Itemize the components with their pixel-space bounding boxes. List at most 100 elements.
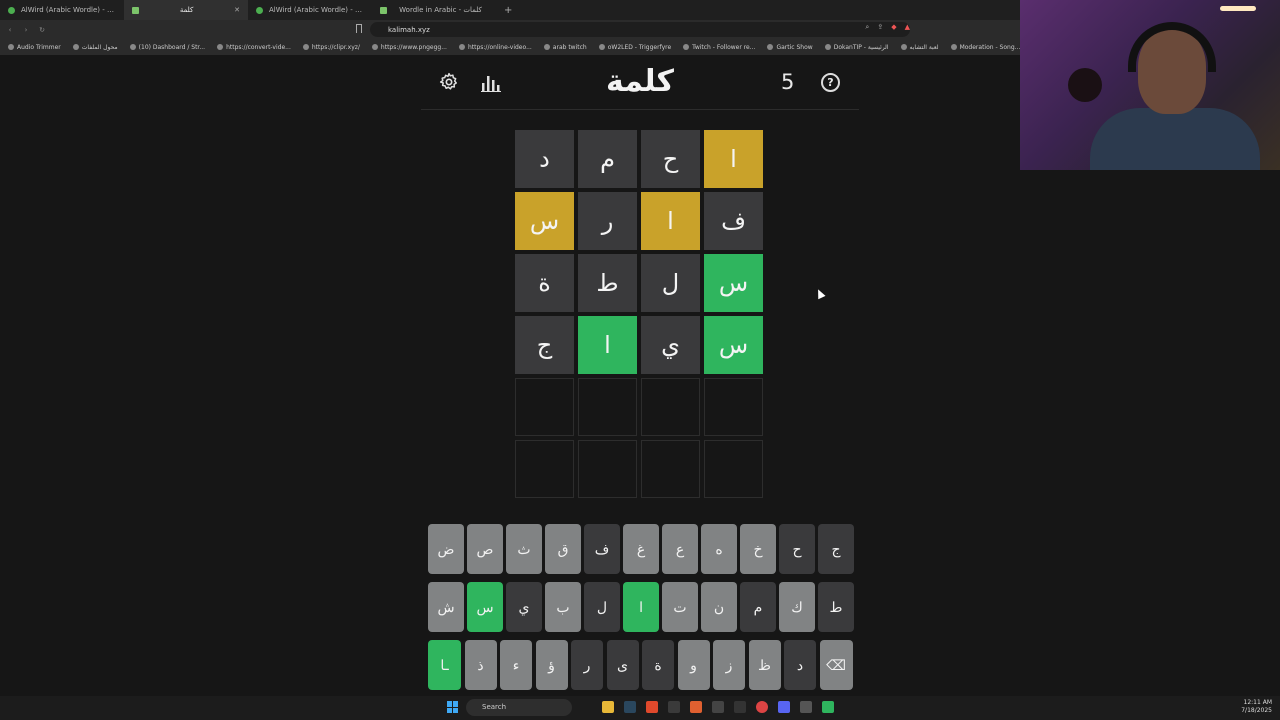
keyboard-key[interactable]: ق: [545, 524, 581, 574]
board-tile: [515, 378, 574, 436]
system-clock[interactable]: 12:11 AM 7/18/2025: [1241, 699, 1272, 715]
keyboard-key[interactable]: ك: [779, 582, 815, 632]
keyboard-key[interactable]: س: [467, 582, 503, 632]
new-tab-button[interactable]: +: [496, 5, 520, 16]
keyboard-key[interactable]: ظ: [748, 640, 781, 690]
board-tile: ط: [578, 254, 637, 312]
keyboard-key[interactable]: ص: [467, 524, 503, 574]
address-bar-actions: ⌕ ⇪ ◆ ▲: [865, 23, 910, 32]
bookmark-item[interactable]: Gartic Show: [767, 44, 812, 51]
keyboard-key[interactable]: ة: [642, 640, 674, 690]
keyboard-key[interactable]: م: [740, 582, 776, 632]
keyboard-key[interactable]: ؤ: [535, 640, 568, 690]
board-tile: ا: [578, 316, 637, 374]
keyboard-key[interactable]: و: [677, 640, 710, 690]
taskbar-search[interactable]: Search: [466, 699, 572, 716]
game-header: كلمة 5 ?: [421, 60, 859, 110]
keyboard-key[interactable]: ل: [584, 582, 620, 632]
bookmark-icon[interactable]: [356, 24, 362, 33]
discord-icon[interactable]: [778, 701, 790, 713]
keyboard-key[interactable]: خ: [740, 524, 776, 574]
forward-icon[interactable]: ›: [20, 26, 32, 34]
keyboard-key[interactable]: ى: [606, 640, 639, 690]
keyboard-key[interactable]: ض: [428, 524, 464, 574]
board-tile: س: [704, 254, 763, 312]
board-tile: ح: [641, 130, 700, 188]
bookmark-item[interactable]: (10) Dashboard / Str...: [130, 44, 205, 51]
brave-icon[interactable]: [646, 701, 658, 713]
keyboard-key[interactable]: ا: [623, 582, 659, 632]
shield-icon[interactable]: ◆: [891, 23, 896, 32]
webcam-overlay: [1020, 0, 1280, 170]
bookmark-item[interactable]: https://convert-vide...: [217, 44, 291, 51]
bookmark-item[interactable]: oW2LED - Triggerfyre: [599, 44, 671, 51]
keyboard-key[interactable]: ط: [818, 582, 854, 632]
xbox-icon[interactable]: [822, 701, 834, 713]
keyboard-key[interactable]: ف: [584, 524, 620, 574]
browser-tab[interactable]: AlWird (Arabic Wordle) - الورد: [0, 0, 124, 20]
reload-icon[interactable]: ↻: [36, 26, 48, 34]
bookmark-item[interactable]: https://www.pngegg...: [372, 44, 447, 51]
bookmark-item[interactable]: لعبة التشابه: [901, 44, 939, 51]
close-tab-icon[interactable]: ✕: [234, 6, 240, 14]
browser-tab[interactable]: Wordle in Arabic - كلمات: [372, 0, 496, 20]
tab-strip: AlWird (Arabic Wordle) - الورد كلمة✕ AlW…: [0, 0, 1020, 20]
board-tile: ل: [641, 254, 700, 312]
bookmark-item[interactable]: محول الملفات: [73, 44, 118, 51]
bookmark-item[interactable]: DokanTIP - الرئيسية: [825, 44, 889, 51]
backspace-key[interactable]: ⌫: [819, 640, 853, 690]
keyboard-key[interactable]: ج: [818, 524, 854, 574]
headphones: [1128, 22, 1216, 72]
keyboard-key[interactable]: ذ: [464, 640, 497, 690]
tab-favicon-icon: [8, 6, 15, 14]
keyboard-key[interactable]: ع: [662, 524, 698, 574]
streamer-body: [1090, 108, 1260, 170]
chrome-icon[interactable]: [756, 701, 768, 713]
browser-tab-active[interactable]: كلمة ✕: [124, 0, 248, 20]
keyboard-key[interactable]: ز: [713, 640, 745, 690]
board-tile: ف: [704, 192, 763, 250]
keyboard-key[interactable]: غ: [623, 524, 659, 574]
board-tile: [641, 440, 700, 498]
app-icon[interactable]: [800, 701, 812, 713]
back-icon[interactable]: ‹: [4, 26, 16, 34]
app-icon[interactable]: [690, 701, 702, 713]
enter-key[interactable]: ـا: [428, 640, 461, 690]
steam-icon[interactable]: [624, 701, 636, 713]
board-tile: ر: [578, 192, 637, 250]
help-icon[interactable]: ?: [821, 73, 840, 92]
bookmark-item[interactable]: Moderation - Song...: [951, 44, 1020, 51]
board-tile: [515, 440, 574, 498]
board-tile: ي: [641, 316, 700, 374]
keyboard-key[interactable]: ت: [662, 582, 698, 632]
keyboard-key[interactable]: ث: [506, 524, 542, 574]
browser-tab[interactable]: AlWird (Arabic Wordle) - الورد: [248, 0, 372, 20]
board-tile: ة: [515, 254, 574, 312]
bookmark-item[interactable]: arab twitch: [544, 44, 587, 51]
keyboard-key[interactable]: ء: [500, 640, 532, 690]
bookmark-item[interactable]: https://clipr.xyz/: [303, 44, 360, 51]
board-tile: م: [578, 130, 637, 188]
url-field[interactable]: kalimah.xyz: [370, 22, 910, 37]
keyboard-key[interactable]: د: [784, 640, 816, 690]
keyboard-key[interactable]: ر: [571, 640, 603, 690]
keyboard-key[interactable]: ش: [428, 582, 464, 632]
bookmark-item[interactable]: Twitch - Follower re...: [683, 44, 755, 51]
keyboard-key[interactable]: ي: [506, 582, 542, 632]
windows-start-icon[interactable]: [447, 701, 459, 713]
bookmark-item[interactable]: Audio Trimmer: [8, 44, 61, 51]
keyboard-key[interactable]: ه: [701, 524, 737, 574]
os-taskbar: Search 12:11 AM 7/18/2025: [0, 696, 1280, 720]
keyboard-key[interactable]: ح: [779, 524, 815, 574]
background-lamp: [1068, 68, 1102, 102]
app-icon[interactable]: [668, 701, 680, 713]
keyboard-key[interactable]: ن: [701, 582, 737, 632]
app-icon[interactable]: [734, 701, 746, 713]
file-explorer-icon[interactable]: [602, 701, 614, 713]
keyboard-key[interactable]: ب: [545, 582, 581, 632]
bookmark-item[interactable]: https://online-video...: [459, 44, 532, 51]
zoom-icon[interactable]: ⌕: [865, 23, 869, 32]
app-icon[interactable]: [712, 701, 724, 713]
extension-icon[interactable]: ▲: [905, 23, 910, 32]
share-icon[interactable]: ⇪: [877, 23, 883, 32]
